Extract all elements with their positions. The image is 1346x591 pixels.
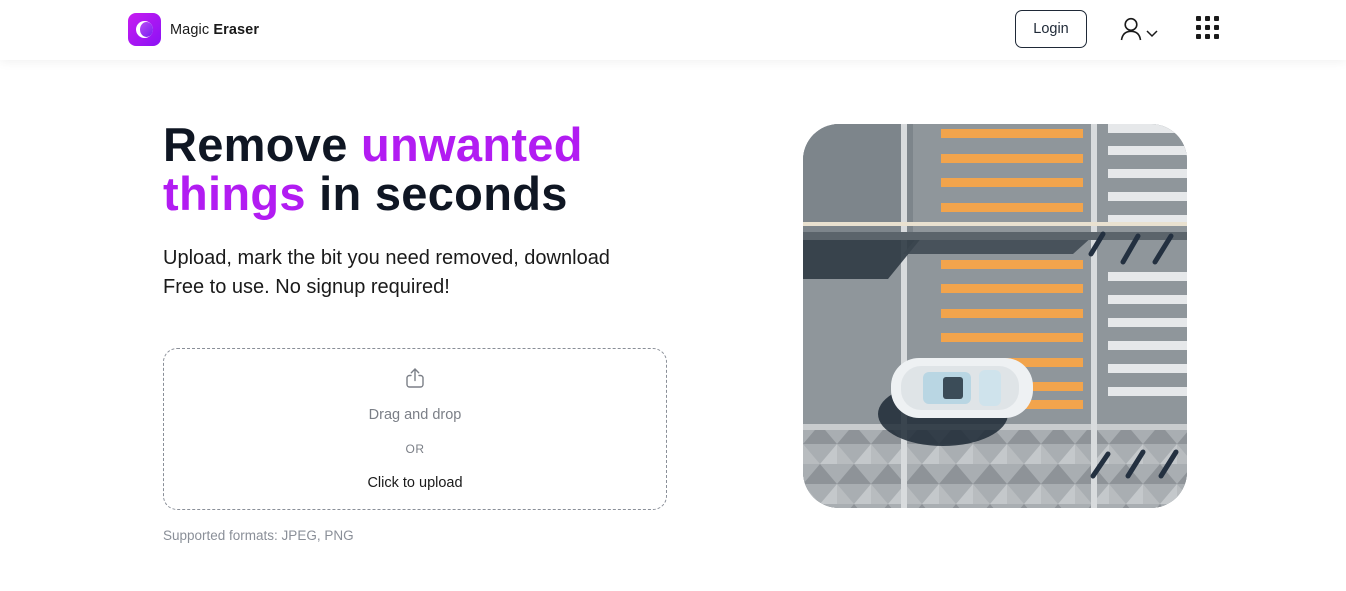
chevron-down-icon [1146,30,1158,38]
brand-name-light: Magic [170,21,210,38]
apps-grid-button[interactable] [1196,16,1222,42]
hero-title-part2: in seconds [305,167,568,220]
click-to-upload-link[interactable]: Click to upload [164,475,666,491]
brand-name: Magic Eraser [170,22,259,38]
magic-eraser-logo-icon [128,13,161,46]
login-button[interactable]: Login [1015,10,1087,48]
hero-title-accent1: unwanted [361,118,583,171]
hero-subtitle: Upload, mark the bit you need removed, d… [163,244,723,302]
drag-and-drop-text: Drag and drop [368,407,462,423]
or-separator: OR [405,442,425,456]
aerial-road-illustration [803,124,1187,508]
top-navbar: Magic Eraser Login [0,0,1346,60]
brand-logo-link[interactable]: Magic Eraser [128,13,259,46]
hero-title-accent2: things [163,167,306,220]
hero-subtitle-line1: Upload, mark the bit you need removed, d… [163,247,610,269]
user-menu-button[interactable] [1120,16,1166,42]
supported-formats-note: Supported formats: JPEG, PNG [163,528,354,543]
upload-dropzone[interactable]: Drag and drop OR Click to upload [163,348,667,510]
upload-icon [406,368,424,388]
hero-example-image [803,124,1187,508]
hero-title-part1: Remove [163,118,362,171]
brand-name-bold: Eraser [213,21,260,38]
hero-subtitle-line2: Free to use. No signup required! [163,276,450,298]
hero-title: Remove unwanted things in seconds [163,120,683,218]
user-icon [1120,17,1142,41]
